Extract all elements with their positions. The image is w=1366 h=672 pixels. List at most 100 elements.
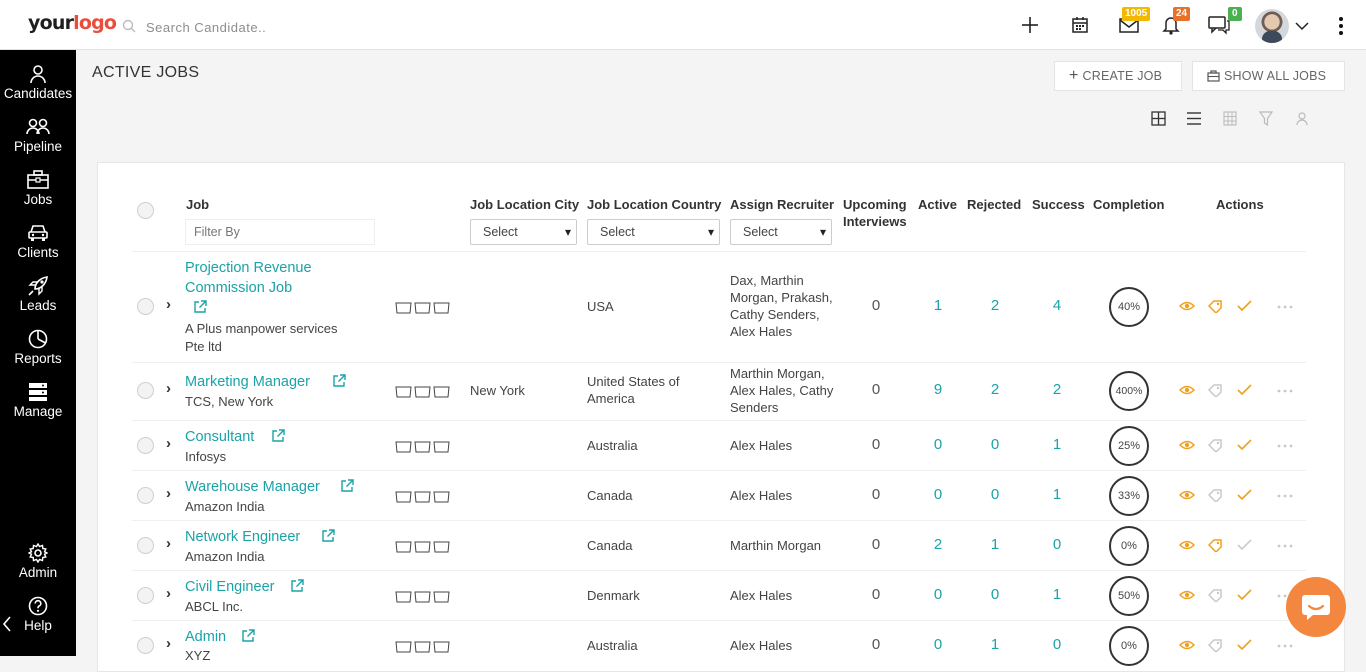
row-select-radio[interactable]: [137, 637, 154, 654]
recruiter-select[interactable]: Select: [730, 219, 832, 245]
rejected-count[interactable]: 0: [985, 486, 1005, 503]
rejected-count[interactable]: 1: [985, 636, 1005, 653]
more-horizontal-icon[interactable]: [1277, 444, 1293, 448]
check-icon[interactable]: [1237, 384, 1252, 396]
sidebar-item-pipeline[interactable]: Pipeline: [0, 117, 76, 154]
view-eye-icon[interactable]: [1179, 489, 1195, 501]
check-icon[interactable]: [1237, 439, 1252, 451]
rejected-count[interactable]: 0: [985, 586, 1005, 603]
check-icon[interactable]: [1237, 539, 1252, 551]
create-job-button[interactable]: + CREATE JOB: [1054, 61, 1182, 91]
active-count[interactable]: 2: [928, 536, 948, 553]
job-title-link[interactable]: Civil Engineer: [185, 577, 274, 597]
external-link-icon[interactable]: [341, 479, 354, 492]
tag-icon[interactable]: [1208, 488, 1223, 502]
external-link-icon[interactable]: [291, 579, 304, 592]
sidebar-item-jobs[interactable]: Jobs: [0, 170, 76, 207]
sidebar-item-manage[interactable]: Manage: [0, 382, 76, 419]
tag-icon[interactable]: [1208, 299, 1223, 313]
success-count[interactable]: 1: [1047, 586, 1067, 603]
collapse-arrow-icon[interactable]: [2, 616, 12, 632]
header-job[interactable]: Job: [186, 196, 209, 213]
active-count[interactable]: 1: [928, 297, 948, 314]
expand-chevron-icon[interactable]: ›: [166, 635, 171, 652]
check-icon[interactable]: [1237, 300, 1252, 312]
chat-widget-button[interactable]: [1286, 577, 1346, 637]
rejected-count[interactable]: 2: [985, 381, 1005, 398]
job-title-link[interactable]: Marketing Manager: [185, 372, 310, 392]
success-count[interactable]: 4: [1047, 297, 1067, 314]
expand-chevron-icon[interactable]: ›: [166, 535, 171, 552]
active-count[interactable]: 0: [928, 636, 948, 653]
header-recruiter[interactable]: Assign Recruiter: [730, 196, 834, 213]
expand-chevron-icon[interactable]: ›: [166, 380, 171, 397]
success-count[interactable]: 0: [1047, 536, 1067, 553]
external-link-icon[interactable]: [333, 374, 346, 387]
external-link-icon[interactable]: [242, 629, 255, 642]
external-link-icon[interactable]: [272, 429, 285, 442]
show-all-jobs-button[interactable]: SHOW ALL JOBS: [1192, 61, 1345, 91]
job-title-link[interactable]: Warehouse Manager: [185, 477, 320, 497]
more-horizontal-icon[interactable]: [1277, 644, 1293, 648]
country-select[interactable]: Select: [587, 219, 720, 245]
more-horizontal-icon[interactable]: [1277, 389, 1293, 393]
search-input[interactable]: [146, 14, 446, 40]
success-count[interactable]: 1: [1047, 486, 1067, 503]
expand-chevron-icon[interactable]: ›: [166, 296, 171, 313]
external-link-icon[interactable]: [194, 300, 207, 313]
header-upcoming-interviews[interactable]: Upcoming Interviews: [843, 196, 907, 230]
list-view-icon[interactable]: [1186, 110, 1202, 128]
more-horizontal-icon[interactable]: [1277, 544, 1293, 548]
header-success[interactable]: Success: [1032, 196, 1085, 213]
chevron-down-icon[interactable]: [1295, 22, 1309, 31]
tag-icon[interactable]: [1208, 438, 1223, 452]
view-eye-icon[interactable]: [1179, 589, 1195, 601]
job-title-link[interactable]: Network Engineer: [185, 527, 300, 547]
tags-icon[interactable]: [395, 490, 451, 503]
sidebar-item-leads[interactable]: Leads: [0, 276, 76, 313]
sidebar-item-candidates[interactable]: Candidates: [0, 64, 76, 101]
active-count[interactable]: 9: [928, 381, 948, 398]
success-count[interactable]: 2: [1047, 381, 1067, 398]
row-select-radio[interactable]: [137, 587, 154, 604]
tags-icon[interactable]: [395, 385, 451, 398]
filter-icon[interactable]: [1259, 110, 1273, 128]
view-eye-icon[interactable]: [1179, 639, 1195, 651]
tags-icon[interactable]: [395, 590, 451, 603]
external-link-icon[interactable]: [322, 529, 335, 542]
sidebar-item-clients[interactable]: Clients: [0, 223, 76, 260]
success-count[interactable]: 1: [1047, 436, 1067, 453]
job-title-link[interactable]: Projection Revenue Commission Job: [185, 258, 312, 298]
header-active[interactable]: Active: [918, 196, 957, 213]
job-title-link[interactable]: Consultant: [185, 427, 254, 447]
header-rejected[interactable]: Rejected: [967, 196, 1021, 213]
rejected-count[interactable]: 0: [985, 436, 1005, 453]
success-count[interactable]: 0: [1047, 636, 1067, 653]
header-city[interactable]: Job Location City: [470, 196, 579, 213]
active-count[interactable]: 0: [928, 486, 948, 503]
row-select-radio[interactable]: [137, 487, 154, 504]
expand-chevron-icon[interactable]: ›: [166, 485, 171, 502]
add-icon[interactable]: [1019, 14, 1041, 36]
row-select-radio[interactable]: [137, 437, 154, 454]
more-vertical-icon[interactable]: [1338, 16, 1344, 36]
tags-icon[interactable]: [395, 440, 451, 453]
table-view-icon[interactable]: [1223, 110, 1237, 128]
user-filter-icon[interactable]: [1295, 110, 1309, 128]
city-select[interactable]: Select: [470, 219, 577, 245]
select-all-radio[interactable]: [137, 202, 154, 219]
expand-chevron-icon[interactable]: ›: [166, 585, 171, 602]
header-completion[interactable]: Completion: [1093, 196, 1165, 213]
tags-icon[interactable]: [395, 640, 451, 653]
check-icon[interactable]: [1237, 589, 1252, 601]
tag-icon[interactable]: [1208, 588, 1223, 602]
chat-icon[interactable]: [1208, 14, 1230, 36]
rejected-count[interactable]: 1: [985, 536, 1005, 553]
row-select-radio[interactable]: [137, 537, 154, 554]
tag-icon[interactable]: [1208, 383, 1223, 397]
check-icon[interactable]: [1237, 489, 1252, 501]
view-eye-icon[interactable]: [1179, 300, 1195, 312]
tag-icon[interactable]: [1208, 638, 1223, 652]
header-country[interactable]: Job Location Country: [587, 196, 721, 213]
logo[interactable]: yourlogo: [28, 12, 117, 34]
